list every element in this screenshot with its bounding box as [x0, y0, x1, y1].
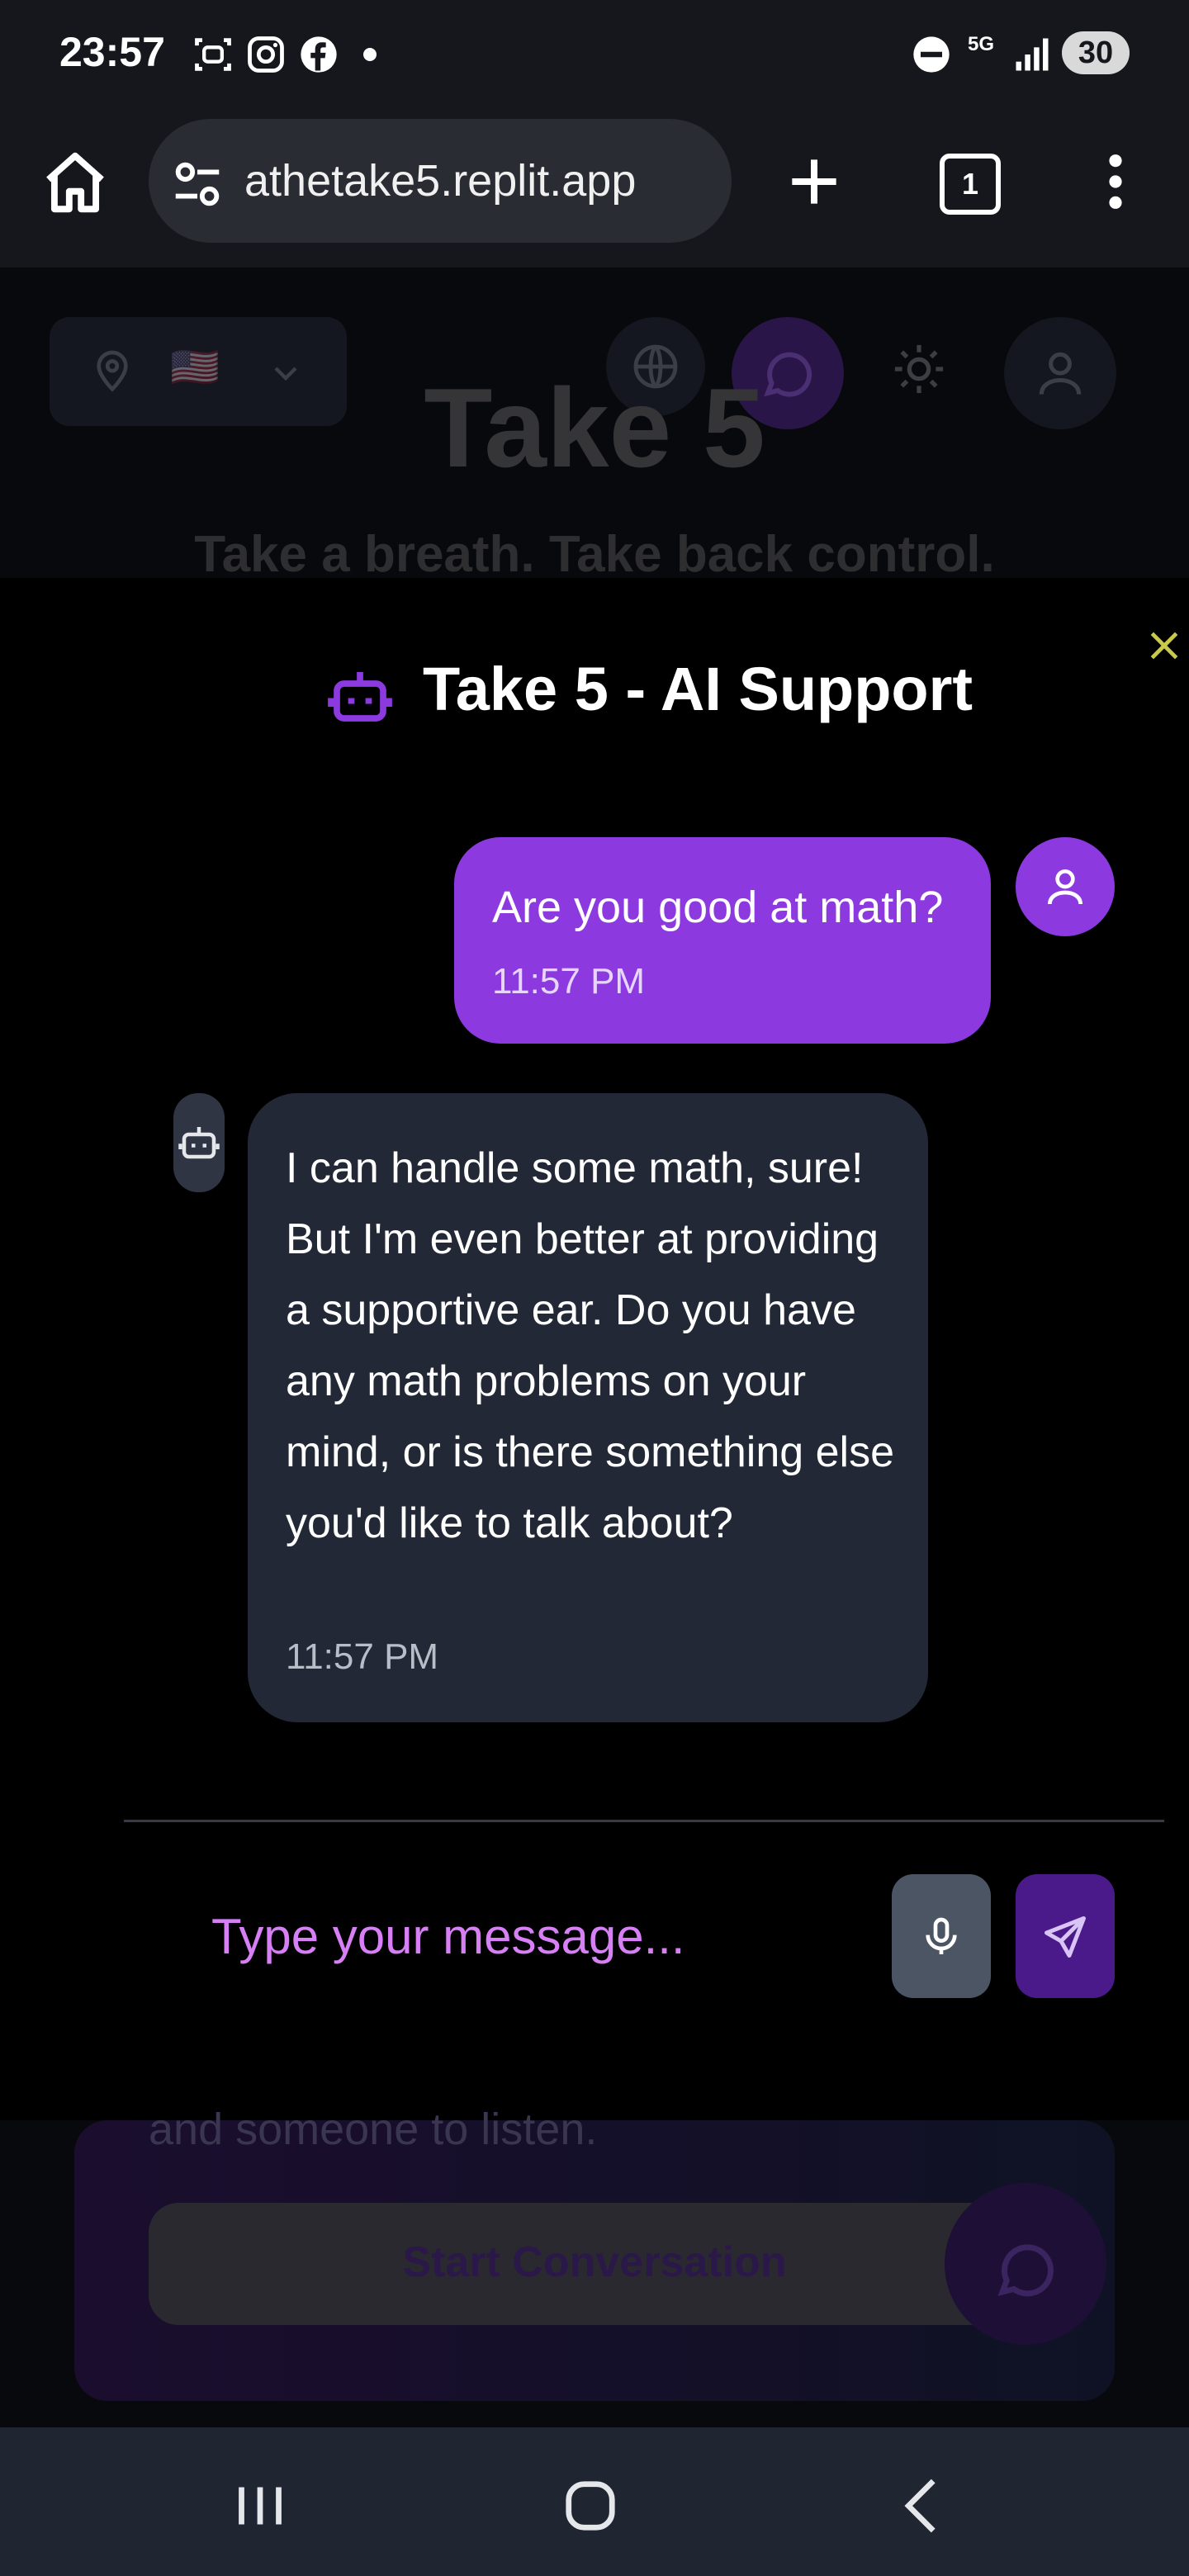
user-message-bubble: [454, 837, 991, 1044]
url-text[interactable]: athetake5.replit.app: [244, 155, 707, 206]
chat-bubble-icon: [997, 2244, 1054, 2297]
user-icon: [1048, 869, 1082, 905]
home-nav-icon[interactable]: [553, 2469, 628, 2543]
status-time: 23:57: [59, 29, 165, 75]
site-settings-icon[interactable]: [168, 155, 226, 213]
robot-icon: [328, 672, 392, 722]
card-text: and someone to listen.: [149, 2105, 598, 2154]
facebook-icon: [301, 36, 337, 73]
input-divider: [124, 1820, 1164, 1822]
recent-apps-icon[interactable]: [223, 2469, 297, 2543]
new-tab-icon[interactable]: [781, 149, 847, 215]
instagram-icon: [248, 36, 284, 73]
battery-indicator: 30: [1062, 31, 1130, 74]
user-message-text: Are you good at math?: [492, 883, 944, 932]
send-icon: [1045, 1916, 1086, 1958]
message-input[interactable]: [173, 1874, 883, 1998]
start-conversation-label: Start Conversation: [402, 2238, 787, 2286]
more-menu-icon[interactable]: [1088, 150, 1143, 213]
notification-dot: [363, 48, 377, 61]
robot-icon: [178, 1127, 220, 1159]
signal-icon: [1016, 38, 1049, 71]
app-subtitle: Take a breath. Take back control.: [194, 526, 995, 583]
back-icon[interactable]: [887, 2469, 961, 2543]
screenshot-icon: [195, 38, 231, 71]
chat-title: Take 5 - AI Support: [423, 655, 973, 723]
bot-message-time: 11:57 PM: [286, 1636, 439, 1677]
close-icon[interactable]: [1146, 627, 1182, 664]
do-not-disturb-icon: [913, 36, 950, 73]
user-message-time: 11:57 PM: [492, 961, 646, 1002]
bot-message-text: I can handle some math, sure! But I'm ev…: [286, 1144, 895, 1547]
microphone-icon: [926, 1917, 957, 1954]
tab-count-button[interactable]: 1: [940, 154, 1001, 215]
network-type: 5G: [968, 33, 995, 55]
app-title: Take 5: [424, 365, 765, 490]
home-icon[interactable]: [40, 147, 111, 218]
